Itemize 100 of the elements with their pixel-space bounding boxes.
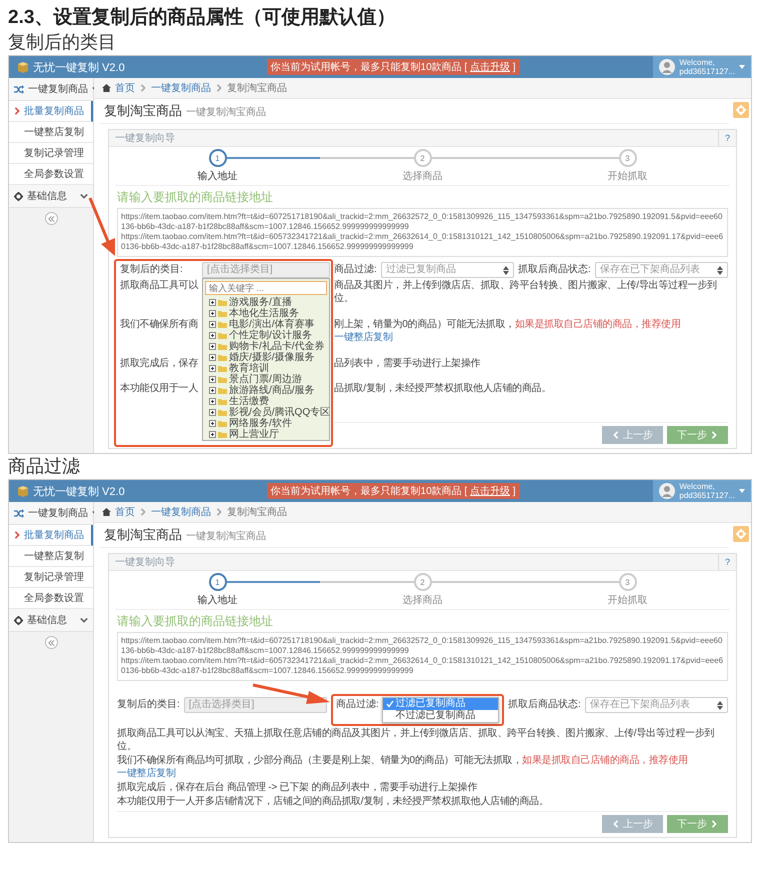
user-name: pdd36517127... bbox=[679, 491, 735, 500]
section-heading: 2.3、设置复制后的商品属性（可使用默认值） bbox=[8, 6, 396, 30]
url-prompt: 请输入要抓取的商品链接地址 bbox=[117, 189, 274, 206]
collapse-button[interactable] bbox=[44, 636, 58, 649]
breadcrumb-link[interactable]: 复制淘宝商品 bbox=[227, 505, 287, 519]
gear-icon bbox=[736, 105, 746, 115]
menu-option[interactable]: 不过滤已复制商品 bbox=[382, 710, 498, 722]
expand-icon[interactable] bbox=[209, 343, 216, 350]
expand-icon[interactable] bbox=[209, 310, 216, 317]
welcome-text: Welcome, bbox=[679, 482, 716, 491]
menu-group[interactable]: 一键复制商品 bbox=[9, 78, 93, 101]
expand-icon[interactable] bbox=[209, 354, 216, 361]
link[interactable]: 一键整店复制 bbox=[117, 768, 176, 779]
trial-notice: 你当前为试用帐号，最多只能复制10款商品 [ 点击升级 ] bbox=[266, 483, 520, 499]
breadcrumb-link[interactable]: 首页 bbox=[115, 505, 135, 519]
expand-icon[interactable] bbox=[209, 431, 216, 438]
field-label: 抓取后商品状态: bbox=[508, 698, 581, 712]
shuffle-icon bbox=[14, 508, 24, 518]
breadcrumb-link[interactable]: 复制淘宝商品 bbox=[227, 81, 287, 95]
menu-option[interactable]: 过滤已复制商品 bbox=[382, 698, 498, 710]
sidebar-item[interactable]: 复制记录管理 bbox=[9, 567, 93, 588]
link[interactable]: 一键整店复制 bbox=[334, 332, 392, 343]
app-title: 无忧一键复制 V2.0 bbox=[33, 60, 125, 74]
info-text: 本功能仅用于一人开多店铺情况下，店铺之间的商品抓取/复制，未经授严禁权抓取他人店铺的商品。 bbox=[117, 795, 550, 808]
info-text: 我们不确保所有商 bbox=[119, 318, 198, 332]
tree-item[interactable]: 景点门票/周边游 bbox=[203, 374, 329, 385]
step-circle: 3 bbox=[618, 573, 636, 591]
tree-item[interactable]: 旅游路线/商品/服务 bbox=[203, 385, 329, 396]
breadcrumb-link[interactable]: 首页 bbox=[115, 81, 135, 95]
shuffle-icon bbox=[14, 84, 24, 94]
sidebar-item[interactable]: 一键整店复制 bbox=[9, 546, 93, 567]
upgrade-link[interactable]: 点击升级 bbox=[470, 486, 510, 497]
double-chevron-icon bbox=[48, 640, 54, 646]
breadcrumb-link[interactable]: 一键复制商品 bbox=[151, 505, 211, 519]
info-text: 刚上架，销量为0的商品）可能无法抓取，如果是抓取自己店铺的商品，推荐使用 一键整店复制 bbox=[334, 318, 682, 344]
expand-icon[interactable] bbox=[209, 420, 216, 427]
tree-item[interactable]: 本地化生活服务 bbox=[203, 308, 329, 319]
url-input-field[interactable]: https://item.taobao.com/item.htm?ft=t&id=607251718190&ali_trackid=2:mm_26632572_0_0:1581309926_115_1347593361&spm=a21bo.7925890.192091.5&pvid=eee60136-bb6b-43dc-a187-b1f28bc88aff&scm=1007.12846.156652.999999999999999 https://item.taobao.com/item.htm?ft=t&id=605732341721&ali_trackid=2:mm_26632614_0_0:1581310121_142_1510805006&spm=a21bo.7925890.192091.17&pvid=eee60136-bb6b-43dc-a187-b1f28bc88aff&scm=1007.12846.156652.999999999999999 bbox=[117, 208, 728, 257]
tree-item[interactable]: 教育培训 bbox=[203, 363, 329, 374]
select-arrows-icon bbox=[503, 266, 509, 274]
info-text: 商品及其图片，并上传到微店店、抓取、跨平台转换、图片搬家、上传/导出等过程一步到位。 bbox=[334, 279, 718, 305]
avatar-icon bbox=[659, 59, 676, 75]
info-text: 抓取完成后，保存在后台 商品管理 -> 已下架 的商品列表中，需要手动进行上架操作 bbox=[117, 781, 478, 794]
app-title: 无忧一键复制 V2.0 bbox=[33, 484, 125, 498]
info-text: 抓取完成后，保存 bbox=[119, 356, 198, 371]
step-circle: 3 bbox=[618, 149, 636, 167]
sidebar-item[interactable]: 一键整店复制 bbox=[9, 122, 93, 143]
expand-icon[interactable] bbox=[209, 321, 216, 328]
tree-item[interactable]: 网络服务/软件 bbox=[203, 418, 329, 429]
field-label: 商品过滤: bbox=[334, 262, 377, 277]
search-field[interactable]: 输入关键字 ... bbox=[205, 281, 327, 295]
url-input-field[interactable]: https://item.taobao.com/item.htm?ft=t&id=607251718190&ali_trackid=2:mm_26632572_0_0:1581309926_115_1347593361&spm=a21bo.7925890.192091.5&pvid=eee60136-bb6b-43dc-a187-b1f28bc88aff&scm=1007.12846.156652.999999999999999 https://item.taobao.com/item.htm?ft=t&id=605732341721&ali_trackid=2:mm_26632614_0_0:1581310121_142_1510805006&spm=a21bo.7925890.192091.17&pvid=eee60136-bb6b-43dc-a187-b1f28bc88aff&scm=1007.12846.156652.999999999999999 bbox=[117, 632, 728, 681]
field-label: 商品过滤: bbox=[336, 698, 379, 712]
menu-group[interactable]: 一键复制商品 bbox=[9, 502, 93, 525]
help-button[interactable]: ? bbox=[718, 130, 736, 146]
check-icon bbox=[386, 700, 394, 708]
step-label: 选择商品 bbox=[402, 170, 442, 183]
box-icon bbox=[17, 485, 29, 497]
panel-title: 一键复制向导 bbox=[115, 556, 175, 569]
sidebar-item[interactable]: 全局参数设置 bbox=[9, 588, 93, 609]
tree-item[interactable]: 个性定制/设计服务 bbox=[203, 330, 329, 341]
home-icon bbox=[102, 508, 111, 516]
page-title: 复制淘宝商品 bbox=[104, 526, 182, 544]
avatar-icon bbox=[659, 483, 676, 499]
sidebar-item[interactable]: 全局参数设置 bbox=[9, 164, 93, 185]
menu-group[interactable]: 基础信息 bbox=[9, 185, 93, 208]
sidebar-item[interactable]: 批量复制商品 bbox=[9, 525, 93, 546]
tree-item[interactable]: 电影/演出/体育赛事 bbox=[203, 319, 329, 330]
info-text: 抓取商品工具可以 bbox=[119, 279, 198, 293]
caret-icon bbox=[738, 65, 745, 69]
tree-item[interactable]: 婚庆/摄影/摄像服务 bbox=[203, 352, 329, 363]
double-chevron-icon bbox=[48, 216, 54, 222]
box-icon bbox=[17, 61, 29, 73]
expand-icon[interactable] bbox=[209, 409, 216, 416]
page-title: 复制淘宝商品 bbox=[104, 102, 182, 120]
sidebar-item[interactable]: 批量复制商品 bbox=[9, 101, 93, 122]
menu-group[interactable]: 基础信息 bbox=[9, 609, 93, 632]
tree-item[interactable]: 游戏服务/直播 bbox=[203, 297, 329, 308]
tree-item[interactable]: 生活缴费 bbox=[203, 396, 329, 407]
breadcrumb-link[interactable]: 一键复制商品 bbox=[151, 81, 211, 95]
expand-icon[interactable] bbox=[209, 299, 216, 306]
expand-icon[interactable] bbox=[209, 376, 216, 383]
info-text: 我们不确保所有商品均可抓取，少部分商品（主要是刚上架、销量为0的商品）可能无法抓取，如果是抓取自己店铺的商品，推荐使用 一键整店复制 bbox=[117, 754, 689, 780]
tree-item[interactable]: 网上营业厅 bbox=[203, 429, 329, 440]
expand-icon[interactable] bbox=[209, 398, 216, 405]
tree-item[interactable]: 购物卡/礼品卡/代金券 bbox=[203, 341, 329, 352]
expand-icon[interactable] bbox=[209, 332, 216, 339]
step-circle: 2 bbox=[414, 149, 432, 167]
tree-item[interactable]: 影视/会员/腾讯QQ专区 bbox=[203, 407, 329, 418]
expand-icon[interactable] bbox=[209, 387, 216, 394]
sidebar-item[interactable]: 复制记录管理 bbox=[9, 143, 93, 164]
info-text: 抓取商品工具可以从淘宝、天猫上抓取任意店铺的商品及其图片，并上传到微店店、抓取、跨平台转换、图片搬家、上传/导出等过程一步到位。 bbox=[117, 727, 716, 753]
help-button[interactable]: ? bbox=[718, 554, 736, 570]
step-circle: 1 bbox=[208, 573, 226, 591]
step-label: 输入地址 bbox=[198, 170, 238, 183]
collapse-button[interactable] bbox=[44, 212, 58, 225]
upgrade-link[interactable]: 点击升级 bbox=[470, 62, 510, 73]
subheading: 商品过滤 bbox=[8, 455, 81, 477]
expand-icon[interactable] bbox=[209, 365, 216, 372]
panel-title: 一键复制向导 bbox=[115, 132, 175, 145]
